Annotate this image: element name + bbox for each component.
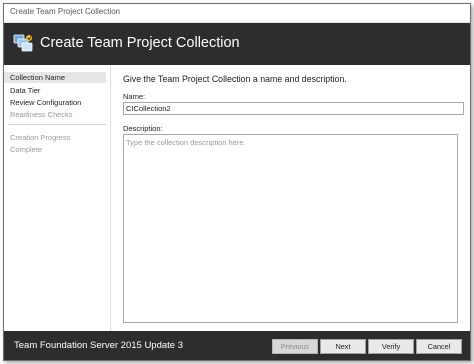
team-project-collection-icon xyxy=(12,32,34,54)
footer-bar: Team Foundation Server 2015 Update 3 Pre… xyxy=(4,331,470,360)
title-bar: Create Team Project Collection xyxy=(4,4,470,23)
cancel-button[interactable]: Cancel xyxy=(416,339,462,354)
page-title: Create Team Project Collection xyxy=(40,35,240,51)
name-label: Name: xyxy=(123,92,146,101)
sidebar-item-complete[interactable]: Complete xyxy=(10,145,42,154)
header-banner: Create Team Project Collection xyxy=(4,23,470,65)
previous-button[interactable]: Previous xyxy=(272,339,318,354)
sidebar-divider xyxy=(8,124,106,125)
window-title: Create Team Project Collection xyxy=(10,7,121,16)
product-name: Team Foundation Server 2015 Update 3 xyxy=(14,340,183,351)
next-button[interactable]: Next xyxy=(320,339,366,354)
main-content: Give the Team Project Collection a name … xyxy=(111,65,470,331)
description-placeholder: Type the collection description here. xyxy=(126,138,246,147)
sidebar-item-review-configuration[interactable]: Review Configuration xyxy=(10,98,81,107)
description-field[interactable]: Type the collection description here. xyxy=(123,134,458,323)
sidebar-item-readiness-checks[interactable]: Readiness Checks xyxy=(10,110,73,119)
verify-button[interactable]: Verify xyxy=(368,339,414,354)
sidebar-item-collection-name[interactable]: Collection Name xyxy=(4,72,106,83)
dialog-window: Create Team Project Collection Create Te… xyxy=(3,3,471,361)
wizard-steps-sidebar: Collection Name Data Tier Review Configu… xyxy=(4,65,111,331)
description-label: Description: xyxy=(123,124,163,133)
sidebar-item-creation-progress[interactable]: Creation Progress xyxy=(10,133,70,142)
name-field[interactable] xyxy=(123,102,464,115)
instructions-heading: Give the Team Project Collection a name … xyxy=(123,74,347,84)
sidebar-item-data-tier[interactable]: Data Tier xyxy=(10,86,40,95)
